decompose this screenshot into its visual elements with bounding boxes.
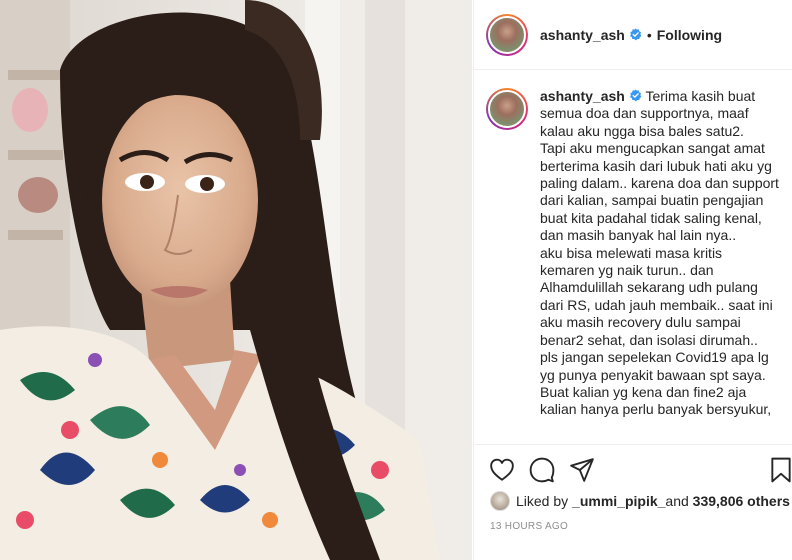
comment-icon[interactable]: [529, 457, 555, 483]
post-photo: [0, 0, 472, 560]
verified-badge-icon: [629, 89, 642, 102]
likes-others[interactable]: 339,806 others: [693, 493, 790, 509]
bookmark-icon[interactable]: [770, 457, 792, 483]
heart-icon[interactable]: [489, 457, 515, 483]
likes-summary: Liked by _ummi_pipik_ and 339,806 others: [490, 491, 790, 511]
liker-username[interactable]: _ummi_pipik_: [572, 493, 665, 509]
likes-prefix: Liked by: [516, 493, 569, 509]
caption-text: ashanty_ash Terima kasih buat semua doa …: [540, 88, 780, 442]
caption-avatar[interactable]: [486, 88, 528, 130]
post-caption: ashanty_ash Terima kasih buat semua doa …: [486, 88, 786, 442]
share-icon[interactable]: [569, 457, 595, 483]
verified-badge-icon: [629, 28, 642, 41]
caption-body: Terima kasih buat semua doa dan supportn…: [540, 88, 779, 418]
author-username[interactable]: ashanty_ash: [540, 27, 625, 43]
author-avatar[interactable]: [486, 13, 528, 56]
liker-avatar[interactable]: [490, 491, 510, 511]
post-header: ashanty_ash • Following: [474, 0, 792, 70]
header-separator: •: [646, 26, 652, 43]
post-actions: Liked by _ummi_pipik_ and 339,806 others…: [474, 444, 792, 560]
post-timestamp[interactable]: 13 HOURS AGO: [490, 521, 568, 532]
caption-username[interactable]: ashanty_ash: [540, 88, 625, 104]
post-side-panel: ashanty_ash • Following ashanty_ash Teri…: [473, 0, 792, 560]
following-button[interactable]: Following: [657, 27, 722, 43]
likes-middle: and: [665, 493, 689, 509]
